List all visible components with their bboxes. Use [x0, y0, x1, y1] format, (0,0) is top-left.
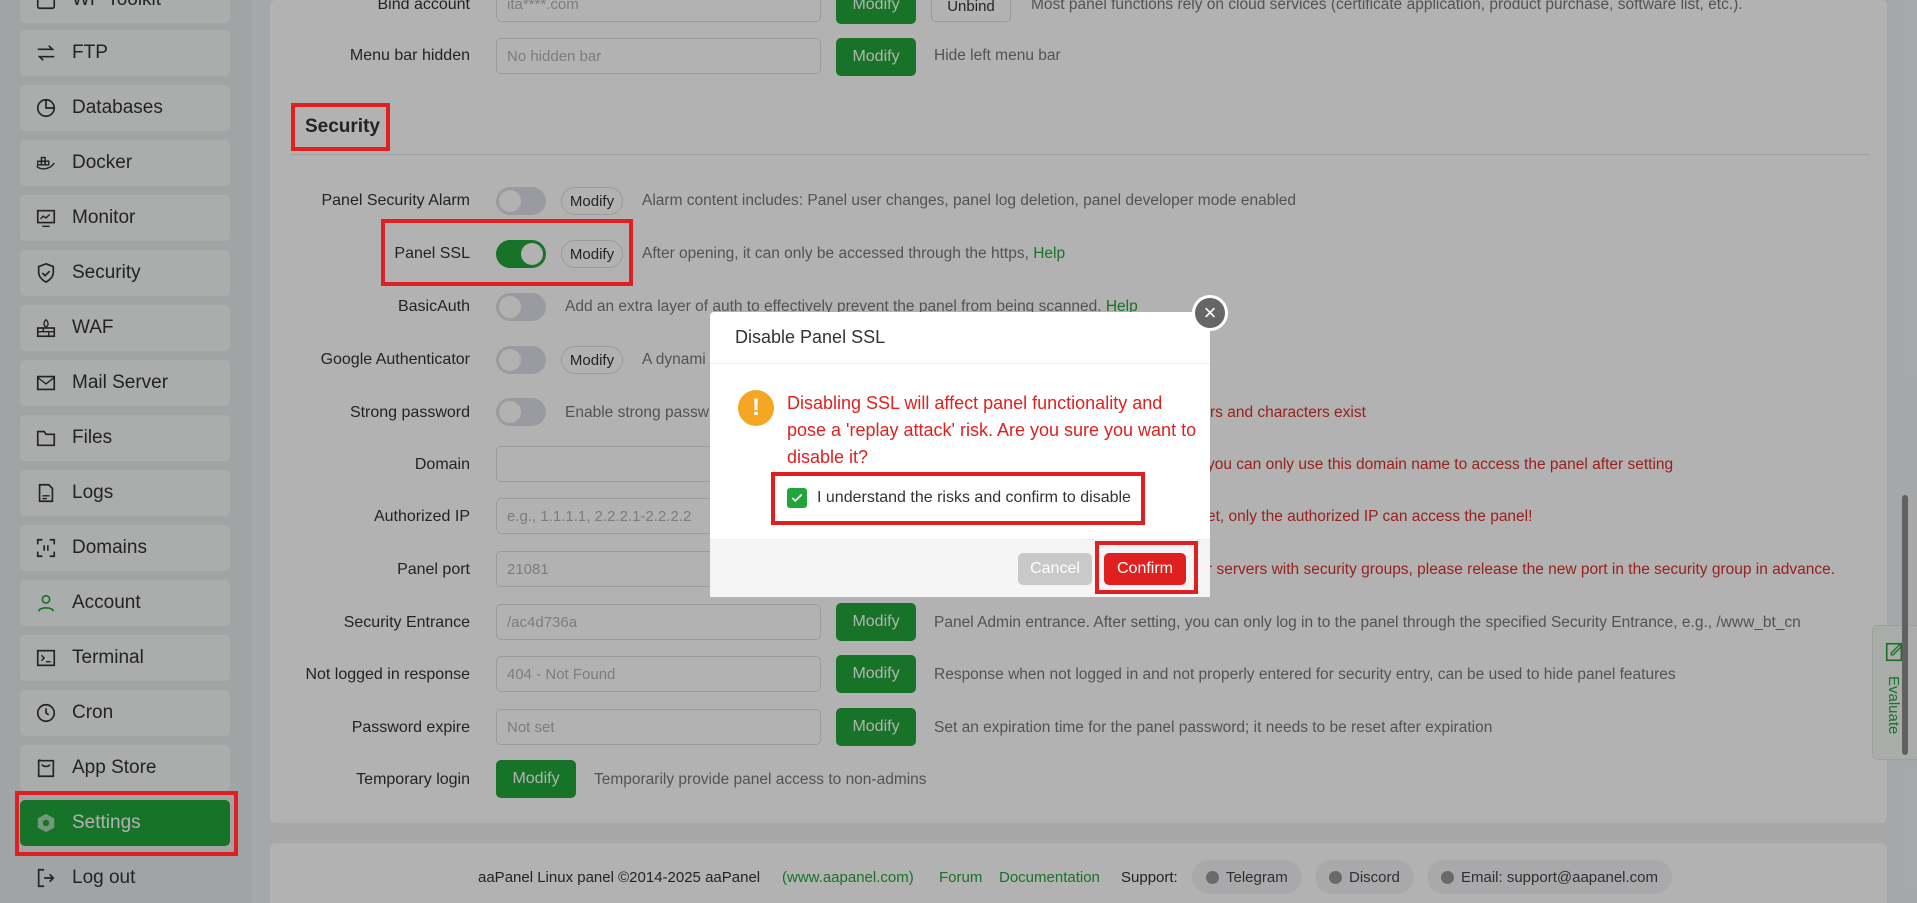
- highlight-settings: [15, 791, 238, 856]
- cancel-button[interactable]: Cancel: [1018, 553, 1092, 585]
- highlight-confirm: [1095, 541, 1198, 594]
- dialog-message: Disabling SSL will affect panel function…: [787, 393, 1197, 467]
- close-icon[interactable]: ×: [1192, 295, 1228, 331]
- warning-icon: !: [738, 390, 774, 426]
- dialog-title: Disable Panel SSL: [710, 312, 1210, 364]
- highlight-security-title: [291, 103, 390, 151]
- highlight-panel-ssl: [381, 219, 633, 286]
- highlight-checkbox: [771, 472, 1145, 525]
